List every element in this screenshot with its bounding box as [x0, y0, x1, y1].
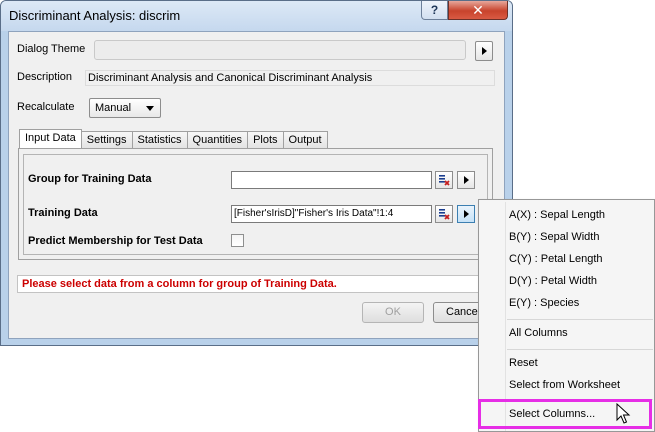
- dialog-theme-arrow-button[interactable]: [475, 41, 493, 61]
- recalculate-label: Recalculate: [17, 101, 75, 113]
- menu-item-column-c[interactable]: C(Y) : Petal Length: [509, 253, 603, 265]
- training-column-picker-button[interactable]: [435, 205, 453, 223]
- training-menu-arrow-button[interactable]: [457, 205, 475, 223]
- mouse-cursor-icon: [616, 403, 631, 424]
- help-button[interactable]: ?: [421, 1, 448, 20]
- menu-item-all-columns[interactable]: All Columns: [509, 327, 568, 339]
- error-message: Please select data from a column for gro…: [17, 275, 501, 293]
- menu-gutter: [505, 202, 506, 431]
- tab-settings[interactable]: Settings: [81, 131, 133, 148]
- menu-item-column-e[interactable]: E(Y) : Species: [509, 297, 579, 309]
- recalculate-select[interactable]: Manual: [89, 98, 161, 118]
- menu-item-reset[interactable]: Reset: [509, 357, 538, 369]
- group-menu-arrow-button[interactable]: [457, 171, 475, 189]
- menu-separator: [507, 319, 653, 320]
- tab-input-data[interactable]: Input Data: [19, 129, 82, 148]
- dialog-theme-field[interactable]: [94, 40, 466, 60]
- menu-item-select-from-worksheet[interactable]: Select from Worksheet: [509, 379, 620, 391]
- group-column-picker-button[interactable]: [435, 171, 453, 189]
- column-picker-icon: [439, 209, 450, 220]
- context-menu: A(X) : Sepal Length B(Y) : Sepal Width C…: [478, 199, 655, 432]
- recalculate-value: Manual: [95, 102, 132, 114]
- tab-plots[interactable]: Plots: [248, 131, 284, 148]
- menu-separator: [507, 349, 653, 350]
- group-training-label: Group for Training Data: [28, 173, 152, 185]
- column-picker-icon: [439, 175, 450, 186]
- tab-statistics[interactable]: Statistics: [132, 131, 188, 148]
- training-data-input[interactable]: [Fisher'sIrisD]"Fisher's Iris Data"!1:4: [231, 205, 432, 223]
- title-bar[interactable]: Discriminant Analysis: discrim ? ✕: [1, 1, 512, 31]
- tab-quantities[interactable]: Quantities: [187, 131, 249, 148]
- ok-button[interactable]: OK: [362, 302, 424, 323]
- predict-membership-checkbox[interactable]: [231, 234, 244, 247]
- training-data-label: Training Data: [28, 207, 98, 219]
- window-title: Discriminant Analysis: discrim: [9, 8, 181, 23]
- group-training-input[interactable]: [231, 171, 432, 189]
- tab-output[interactable]: Output: [283, 131, 328, 148]
- description-label: Description: [17, 71, 73, 83]
- menu-item-column-b[interactable]: B(Y) : Sepal Width: [509, 231, 599, 243]
- tab-strip: Input Data Settings Statistics Quantitie…: [19, 129, 328, 148]
- menu-item-column-d[interactable]: D(Y) : Petal Width: [509, 275, 597, 287]
- description-field: Discriminant Analysis and Canonical Disc…: [85, 70, 495, 86]
- dialog-client-area: Dialog Theme Description Discriminant An…: [8, 31, 505, 339]
- dialog-theme-label: Dialog Theme: [17, 43, 86, 55]
- dialog-window: Discriminant Analysis: discrim ? ✕ Dialo…: [0, 0, 513, 346]
- menu-item-column-a[interactable]: A(X) : Sepal Length: [509, 209, 605, 221]
- predict-membership-label: Predict Membership for Test Data: [28, 235, 203, 247]
- close-button[interactable]: ✕: [448, 1, 508, 20]
